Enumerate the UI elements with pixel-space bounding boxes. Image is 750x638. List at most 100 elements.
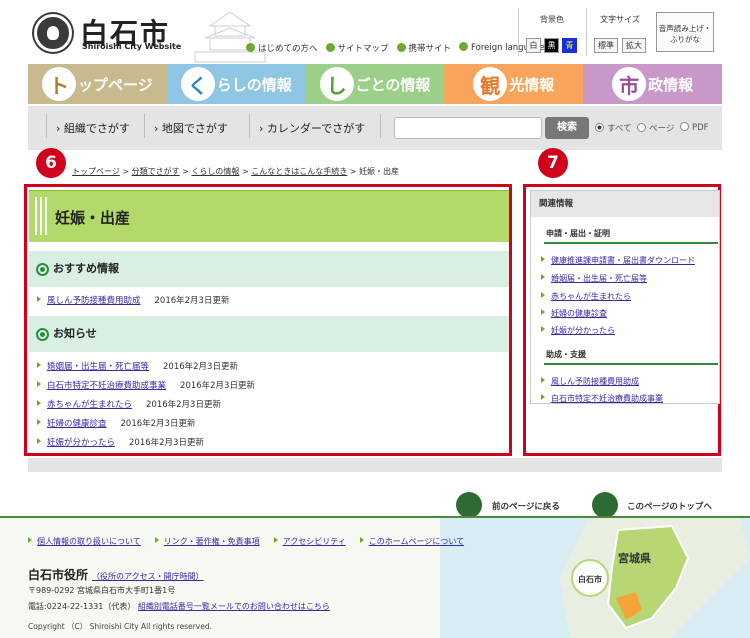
contact-link[interactable]: 組織別電話番号一覧メールでのお問い合わせはこちら xyxy=(138,602,330,611)
map-city-label: 白石市 xyxy=(578,575,602,584)
updated-date: 2016年2月3日更新 xyxy=(180,381,255,391)
related-link[interactable]: 赤ちゃんが生まれたら xyxy=(551,292,631,301)
arrow-icon xyxy=(541,326,545,332)
footer-phone: 電話:0224-22-1331（代表） 組織別電話番号一覧メールでのお問い合わせ… xyxy=(28,602,330,611)
news-link[interactable]: 妊娠が分かったら xyxy=(47,438,115,448)
updated-date: 2016年2月3日更新 xyxy=(129,438,204,448)
up-arrow-icon[interactable] xyxy=(592,492,618,518)
radio-pdf[interactable]: PDF xyxy=(680,122,709,133)
list-item: 妊娠が分かったら 2016年2月3日更新 xyxy=(37,436,204,448)
arrow-icon xyxy=(246,43,255,52)
header-links: はじめての方へ サイトマップ 携帯サイト Foreign language xyxy=(246,42,545,54)
related-link[interactable]: 健康推進課申請書・届出書ダウンロード xyxy=(551,256,695,265)
side-link-item: 婚姻届・出生届・死亡届等 xyxy=(541,273,647,284)
side-link-item: 妊娠が分かったら xyxy=(541,325,615,336)
nav-top-page[interactable]: トップページ xyxy=(28,64,167,104)
related-link[interactable]: 婚姻届・出生届・死亡届等 xyxy=(551,274,647,283)
search-by-organization-link[interactable]: › 組織でさがす xyxy=(56,120,130,136)
bg-blue-button[interactable]: 青 xyxy=(562,38,577,53)
nav-city-info[interactable]: 市政情報 xyxy=(583,64,722,104)
nav-living-info[interactable]: くらしの情報 xyxy=(166,64,306,104)
about-link[interactable]: このホームページについて xyxy=(369,537,464,546)
header-link[interactable]: はじめての方へ xyxy=(246,42,318,54)
arrow-icon xyxy=(541,274,545,280)
related-link[interactable]: 妊婦の健康診査 xyxy=(551,309,607,318)
chevron-right-icon: › xyxy=(56,122,64,135)
breadcrumb-link[interactable]: こんなときはこんな手続き xyxy=(251,167,347,176)
arrow-icon xyxy=(37,296,41,302)
news-link[interactable]: 白石市特定不妊治療費助成事業 xyxy=(47,381,166,391)
nav-initial: 市 xyxy=(612,67,647,101)
bg-black-button[interactable]: 黒 xyxy=(544,38,559,53)
news-link[interactable]: 婚姻届・出生届・死亡届等 xyxy=(47,362,149,372)
nav-tourism-info[interactable]: 観光情報 xyxy=(444,64,584,104)
news-heading: お知らせ xyxy=(29,316,509,352)
related-link[interactable]: 白石市特定不妊治療費助成事業 xyxy=(551,394,663,403)
breadcrumb-link[interactable]: トップページ xyxy=(72,167,120,176)
related-link[interactable]: 妊娠が分かったら xyxy=(551,326,615,335)
nav-initial: ト xyxy=(42,67,77,101)
side-link-item: 健康推進課申請書・届出書ダウンロード xyxy=(541,255,695,266)
related-link[interactable]: 風しん予防接種費用助成 xyxy=(551,377,639,386)
list-item: 風しん予防接種費用助成 2016年2月3日更新 xyxy=(37,294,229,306)
nav-label: 政情報 xyxy=(648,75,694,94)
divider xyxy=(544,242,718,244)
copyright-text: Copyright （C） Shiroishi City All rights … xyxy=(28,622,212,631)
breadcrumb-link[interactable]: 分類でさがす xyxy=(132,167,180,176)
side-group-title: 助成・支援 xyxy=(546,350,586,359)
arrow-icon xyxy=(459,42,469,51)
radio-all[interactable]: すべて xyxy=(595,122,632,134)
nav-label: ップページ xyxy=(78,75,153,94)
privacy-link[interactable]: 個人情報の取り扱いについて xyxy=(37,537,141,546)
search-by-calendar-link[interactable]: › カレンダーでさがす xyxy=(259,120,365,136)
office-name: 白石市役所 xyxy=(28,568,89,582)
list-item: 妊婦の健康診査 2016年2月3日更新 xyxy=(37,417,195,429)
content-bottom-strip xyxy=(28,458,722,472)
castle-illustration-icon xyxy=(194,11,266,63)
chevron-right-icon: › xyxy=(259,122,267,135)
page-top-button[interactable]: このページのトップへ xyxy=(627,500,712,512)
font-large-button[interactable]: 拡大 xyxy=(622,38,646,53)
header-link[interactable]: 携帯サイト xyxy=(396,42,451,54)
breadcrumb-link[interactable]: くらしの情報 xyxy=(191,167,239,176)
bg-white-button[interactable]: 白 xyxy=(526,38,541,53)
arrow-icon xyxy=(37,400,41,406)
global-nav: トップページ くらしの情報 しごとの情報 観光情報 市政情報 xyxy=(28,64,722,104)
footer-link-item: このホームページについて xyxy=(359,536,464,547)
recommended-link[interactable]: 風しん予防接種費用助成 xyxy=(47,296,141,306)
footer-link-item: リンク・著作権・免責事項 xyxy=(154,536,260,547)
footer-links: 個人情報の取り扱いについて リンク・著作権・免責事項 アクセシビリティ このホー… xyxy=(28,536,464,547)
search-input[interactable] xyxy=(394,117,542,139)
search-button[interactable]: 検索 xyxy=(545,117,589,139)
nav-work-info[interactable]: しごとの情報 xyxy=(305,64,445,104)
font-standard-button[interactable]: 標準 xyxy=(594,38,618,53)
side-link-item: 白石市特定不妊治療費助成事業 xyxy=(541,393,663,404)
font-size-label: 文字サイズ xyxy=(600,15,640,24)
page-title: 妊娠・出産 xyxy=(55,209,131,227)
city-logo-icon[interactable] xyxy=(34,14,72,52)
title-bars-icon xyxy=(35,197,47,235)
side-link-item: 風しん予防接種費用助成 xyxy=(541,376,639,387)
nav-initial: 観 xyxy=(473,67,508,101)
accessibility-link[interactable]: アクセシビリティ xyxy=(283,537,346,546)
list-item: 赤ちゃんが生まれたら 2016年2月3日更新 xyxy=(37,398,221,410)
office-access-link[interactable]: （役所のアクセス・開庁時間） xyxy=(92,572,204,581)
divider xyxy=(46,114,47,138)
back-arrow-icon[interactable] xyxy=(456,492,482,518)
header-link[interactable]: サイトマップ xyxy=(325,42,389,54)
list-item: 婚姻届・出生届・死亡届等 2016年2月3日更新 xyxy=(37,360,238,372)
news-link[interactable]: 赤ちゃんが生まれたら xyxy=(47,400,132,410)
news-link[interactable]: 妊婦の健康診査 xyxy=(47,419,107,429)
back-button[interactable]: 前のページに戻る xyxy=(492,500,560,512)
breadcrumb: トップページ > 分類でさがす > くらしの情報 > こんなときはこんな手続き … xyxy=(72,167,400,176)
radio-page[interactable]: ページ xyxy=(637,122,674,134)
radio-selected-icon xyxy=(595,123,604,132)
circle-bullet-icon xyxy=(36,263,49,276)
arrow-icon xyxy=(541,292,545,298)
read-aloud-button[interactable]: 音声読み上げ・ふりがな xyxy=(656,12,714,52)
divider xyxy=(518,8,519,56)
copyright-link[interactable]: リンク・著作権・免責事項 xyxy=(164,537,260,546)
recommended-heading: おすすめ情報 xyxy=(29,251,509,287)
search-by-map-link[interactable]: › 地図でさがす xyxy=(154,120,228,136)
nav-initial: く xyxy=(180,67,215,101)
